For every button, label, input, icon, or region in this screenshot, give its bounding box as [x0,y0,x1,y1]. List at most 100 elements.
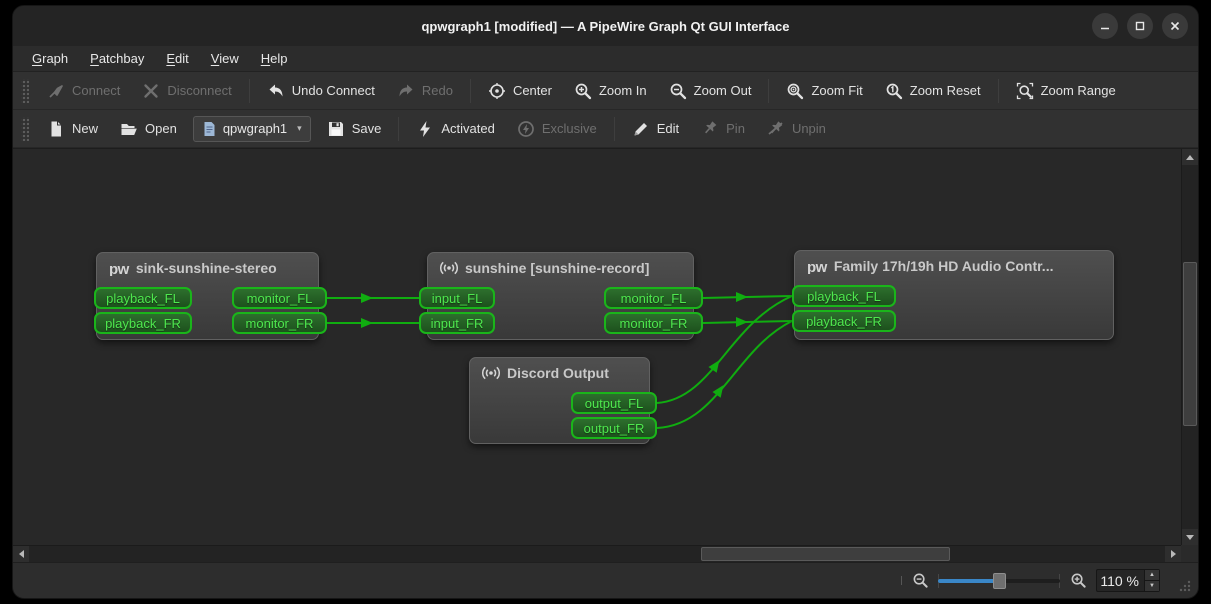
pin-icon [701,120,719,138]
edit-button[interactable]: Edit [622,115,689,143]
menu-edit[interactable]: Edit [155,46,199,71]
vertical-scroll-thumb[interactable] [1183,262,1197,426]
zoom-range-button[interactable]: Zoom Range [1006,77,1126,105]
undo-connect-button[interactable]: Undo Connect [257,77,385,105]
unpin-button[interactable]: Unpin [757,115,836,143]
wire-arrow [708,357,723,373]
stream-icon [482,365,500,381]
horizontal-scrollbar[interactable] [13,545,1181,562]
open-patchbay-button[interactable]: Open [110,115,187,143]
center-icon [488,82,506,100]
port-input-fr[interactable]: input_FR [419,312,495,334]
port-playback-fl[interactable]: playback_FL [792,285,896,307]
title-bar[interactable]: qpwgraph1 [modified] — A PipeWire Graph … [13,6,1198,46]
redo-button[interactable]: Redo [387,77,463,105]
zoom-percent-value[interactable]: 110 % [1097,570,1144,591]
triangle-right-icon [1171,550,1176,558]
menu-bar: Graph Patchbay Edit View Help [13,46,1198,72]
wire-arrow [712,382,727,398]
zoom-fit-button[interactable]: Zoom Fit [776,77,872,105]
center-button[interactable]: Center [478,77,562,105]
scroll-right-button[interactable] [1165,546,1181,562]
redo-icon [397,82,415,100]
connect-button[interactable]: Connect [37,77,130,105]
wire-arrow [361,293,373,303]
patchbay-file-icon [202,121,217,137]
zoom-in-small-button[interactable] [1068,571,1088,591]
menu-patchbay[interactable]: Patchbay [79,46,155,71]
patchbay-select[interactable]: qpwgraph1 ▾ [193,116,311,142]
scroll-down-button[interactable] [1182,529,1198,545]
port-playback-fl[interactable]: playback_FL [94,287,192,309]
zoom-in-icon [1070,572,1087,589]
zoom-in-button[interactable]: Zoom In [564,77,657,105]
disconnect-icon [142,82,160,100]
port-playback-fr[interactable]: playback_FR [792,310,896,332]
port-output-fr[interactable]: output_FR [571,417,657,439]
toolbar-separator [470,79,471,103]
slider-fill [938,579,999,583]
pin-button[interactable]: Pin [691,115,755,143]
zoom-percent-spinbox[interactable]: 110 % ▲ ▼ [1096,569,1160,592]
maximize-button[interactable] [1127,13,1153,39]
connect-icon [47,82,65,100]
port-monitor-fr[interactable]: monitor_FR [232,312,327,334]
menu-graph[interactable]: Graph [21,46,79,71]
toolbar-separator [614,117,615,141]
graph-toolbar: Connect Disconnect Undo Connect Redo Cen… [13,72,1198,110]
wire-arrow [736,317,748,327]
exclusive-bolt-icon [517,120,535,138]
toolbar-drag-handle[interactable] [21,117,29,141]
save-patchbay-button[interactable]: Save [317,115,392,143]
pipewire-icon: pw [807,260,827,275]
minimize-button[interactable] [1092,13,1118,39]
new-patchbay-button[interactable]: New [37,115,108,143]
exclusive-toggle[interactable]: Exclusive [507,115,607,143]
graph-viewport[interactable]: pw sink-sunshine-stereo sunshine [sunshi… [13,149,1181,545]
stream-icon [440,260,458,276]
horizontal-scroll-thumb[interactable] [701,547,950,561]
patchbay-toolbar: New Open qpwgraph1 ▾ Save Activated Excl… [13,110,1198,148]
port-output-fl[interactable]: output_FL [571,392,657,414]
vertical-scrollbar[interactable] [1181,149,1198,545]
minimize-icon [1099,20,1111,32]
menu-view[interactable]: View [200,46,250,71]
unpin-icon [767,120,785,138]
port-input-fl[interactable]: input_FL [419,287,495,309]
toolbar-drag-handle[interactable] [21,79,29,103]
app-window: qpwgraph1 [modified] — A PipeWire Graph … [12,5,1199,599]
scroll-up-button[interactable] [1182,149,1198,165]
zoom-reset-button[interactable]: Zoom Reset [875,77,991,105]
zoom-range-icon [1016,82,1034,100]
scroll-left-button[interactable] [13,546,29,562]
chevron-down-icon: ▾ [297,123,302,134]
port-monitor-fl[interactable]: monitor_FL [604,287,703,309]
port-monitor-fr[interactable]: monitor_FR [604,312,703,334]
zoom-out-icon [669,82,687,100]
pipewire-icon: pw [109,262,129,277]
close-icon [1169,20,1181,32]
slider-handle[interactable] [993,573,1006,589]
port-playback-fr[interactable]: playback_FR [94,312,192,334]
resize-grip[interactable] [1176,577,1192,593]
spin-up-button[interactable]: ▲ [1145,570,1159,581]
toolbar-separator [398,117,399,141]
save-icon [327,120,345,138]
wire-arrow [736,292,748,302]
zoom-fit-icon [786,82,804,100]
undo-icon [267,82,285,100]
new-file-icon [47,120,65,138]
zoom-out-small-button[interactable] [910,571,930,591]
menu-help[interactable]: Help [250,46,299,71]
wire-monitorFL-playbackFL [703,296,792,298]
triangle-up-icon [1186,155,1194,160]
activated-bolt-icon [416,120,434,138]
activated-toggle[interactable]: Activated [406,115,504,143]
port-monitor-fl[interactable]: monitor_FL [232,287,327,309]
zoom-slider[interactable] [938,572,1060,590]
disconnect-button[interactable]: Disconnect [132,77,241,105]
zoom-out-button[interactable]: Zoom Out [659,77,762,105]
spin-down-button[interactable]: ▼ [1145,581,1159,591]
zoom-in-icon [574,82,592,100]
close-button[interactable] [1162,13,1188,39]
